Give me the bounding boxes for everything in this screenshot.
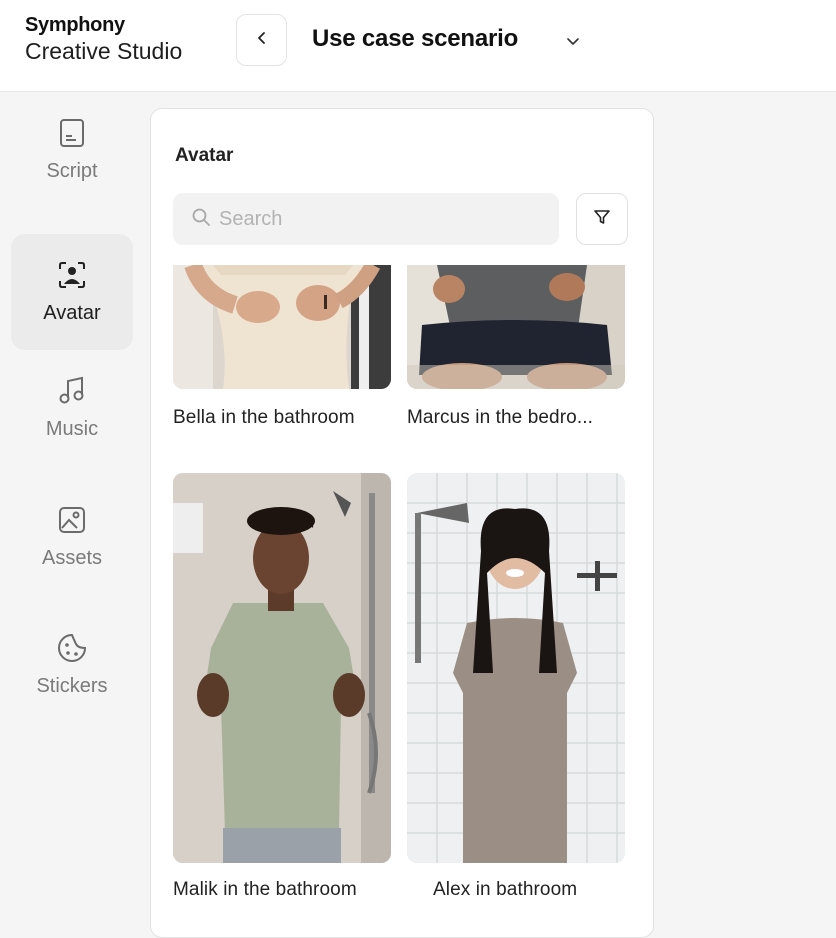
music-note-icon [57,376,87,406]
sidebar: Script Avatar Music Assets Stickers [0,92,148,914]
brand-logo[interactable]: Symphony Creative Studio [25,14,182,65]
sidebar-item-script[interactable]: Script [11,92,133,208]
avatar-icon [57,260,87,290]
search-input[interactable] [219,207,539,231]
image-icon [57,505,87,535]
brand-name: Symphony [25,14,125,36]
avatar-name: Marcus in the bedro... [407,407,593,428]
sidebar-item-label: Music [45,417,99,440]
avatar-thumbnail[interactable] [173,265,391,389]
document-icon [57,118,87,148]
avatar-thumbnail[interactable] [173,473,391,863]
avatar-name: Alex in bathroom [433,879,578,900]
sidebar-item-label: Assets [41,546,103,569]
chevron-down-icon[interactable] [562,30,584,52]
chevron-left-icon [255,31,269,50]
back-button[interactable] [236,14,287,66]
avatar-thumbnail[interactable] [407,265,625,389]
sidebar-item-label: Script [46,159,98,182]
avatar-name: Malik in the bathroom [173,879,357,900]
sidebar-item-label: Avatar [43,301,101,324]
scenario-title[interactable]: Use case scenario [312,25,518,53]
avatar-thumbnail[interactable] [407,473,625,863]
panel-title: Avatar [175,145,234,166]
sidebar-item-label: Stickers [36,674,108,697]
top-bar: Symphony Creative Studio Use case scenar… [0,0,836,92]
sidebar-item-avatar[interactable]: Avatar [11,234,133,350]
sidebar-item-music[interactable]: Music [11,350,133,466]
search-icon [191,207,211,232]
filter-button[interactable] [576,193,628,245]
filter-icon [593,208,611,231]
avatar-name: Bella in the bathroom [173,407,355,428]
brand-subtitle: Creative Studio [25,38,183,64]
sticker-icon [57,633,87,663]
sidebar-item-stickers[interactable]: Stickers [11,607,133,723]
sidebar-item-assets[interactable]: Assets [11,479,133,595]
avatar-panel: Avatar Bella i [150,108,654,938]
search-box[interactable] [173,193,559,245]
